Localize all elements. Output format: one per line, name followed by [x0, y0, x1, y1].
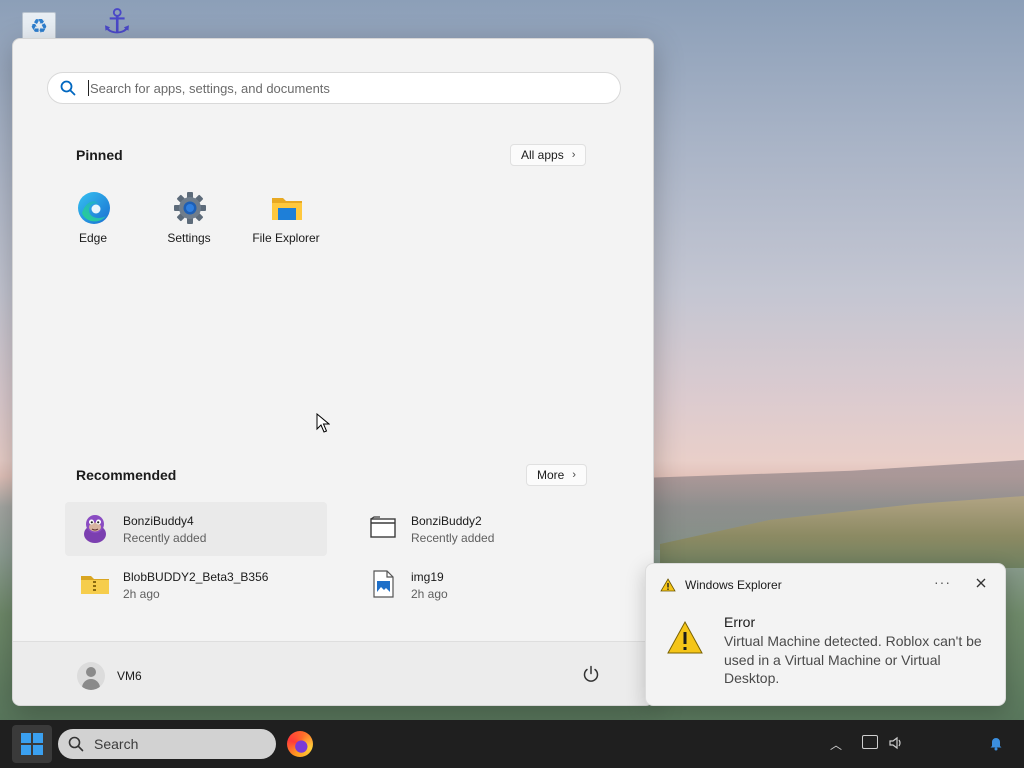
- recommended-item-time: 2h ago: [123, 587, 160, 601]
- pinned-app-file-explorer[interactable]: File Explorer: [241, 187, 331, 257]
- recommended-item[interactable]: BonziBuddy4 Recently added: [65, 502, 327, 556]
- pinned-app-label: File Explorer: [252, 231, 320, 245]
- user-name: VM6: [117, 669, 142, 683]
- more-label: More: [537, 468, 565, 482]
- start-search-input[interactable]: [90, 80, 620, 96]
- start-menu: Pinned All apps › Edge: [12, 38, 654, 706]
- close-icon[interactable]: [974, 576, 988, 590]
- more-options-icon[interactable]: ···: [934, 574, 951, 590]
- gear-icon: [174, 192, 206, 224]
- recommended-item-time: Recently added: [123, 531, 207, 545]
- firefox-icon[interactable]: [287, 731, 313, 757]
- bonzi-icon: [84, 515, 106, 543]
- all-apps-label: All apps: [521, 148, 564, 162]
- zip-folder-icon: [81, 576, 109, 594]
- recommended-item-name: img19: [411, 570, 444, 584]
- more-button[interactable]: More ›: [526, 464, 588, 486]
- pinned-app-label: Edge: [78, 231, 108, 245]
- pinned-app-edge[interactable]: Edge: [48, 187, 138, 257]
- chevron-right-icon: ›: [571, 149, 576, 161]
- windows-logo-icon: [21, 733, 43, 755]
- recommended-item-name: BonziBuddy2: [411, 514, 482, 528]
- start-search-box[interactable]: [47, 72, 621, 104]
- mouse-cursor-icon: [316, 413, 330, 433]
- search-icon: [48, 80, 88, 96]
- notification-toast[interactable]: Windows Explorer ··· Error Virtual Machi…: [645, 563, 1006, 706]
- search-icon: [68, 736, 84, 752]
- recommended-item-name: BonziBuddy4: [123, 514, 194, 528]
- recommended-item-time: 2h ago: [411, 587, 448, 601]
- recommended-item-time: Recently added: [411, 531, 495, 545]
- all-apps-button[interactable]: All apps ›: [510, 144, 587, 166]
- speaker-icon[interactable]: [888, 735, 904, 751]
- image-file-icon: [373, 570, 394, 598]
- text-caret: [88, 80, 89, 96]
- warning-icon: [660, 578, 676, 592]
- chevron-right-icon: ›: [572, 469, 577, 481]
- recommended-item[interactable]: BlobBUDDY2_Beta3_B356 2h ago: [65, 558, 327, 612]
- start-button[interactable]: [12, 725, 52, 763]
- network-icon[interactable]: [862, 735, 878, 749]
- pinned-app-settings[interactable]: Settings: [144, 187, 234, 257]
- pinned-app-label: Settings: [167, 231, 211, 245]
- notification-title: Error: [724, 614, 756, 630]
- recommended-item[interactable]: img19 2h ago: [353, 558, 615, 612]
- anchor-desktop-icon[interactable]: ⚓: [92, 4, 142, 40]
- avatar: [77, 662, 105, 690]
- folder-icon: [272, 198, 302, 220]
- taskbar-search-label: Search: [94, 736, 139, 752]
- power-icon[interactable]: [581, 664, 601, 684]
- notification-app-name: Windows Explorer: [685, 578, 782, 592]
- taskbar-search[interactable]: Search: [58, 729, 276, 759]
- recycle-bin-icon[interactable]: [22, 12, 56, 40]
- recommended-item-name: BlobBUDDY2_Beta3_B356: [123, 570, 269, 584]
- start-footer: VM6: [13, 641, 653, 705]
- window-app-icon: [370, 516, 396, 538]
- pinned-heading: Pinned: [76, 147, 123, 163]
- user-account-button[interactable]: VM6: [77, 662, 142, 690]
- notification-message: Virtual Machine detected. Roblox can't b…: [724, 633, 982, 686]
- notification-bell-icon[interactable]: [988, 735, 1004, 751]
- chevron-up-icon[interactable]: ︿: [830, 736, 842, 753]
- edge-icon: [78, 192, 110, 224]
- recommended-item[interactable]: BonziBuddy2 Recently added: [353, 502, 615, 556]
- recommended-heading: Recommended: [76, 467, 177, 483]
- warning-icon: [667, 620, 703, 654]
- taskbar: Search ︿: [0, 720, 1024, 768]
